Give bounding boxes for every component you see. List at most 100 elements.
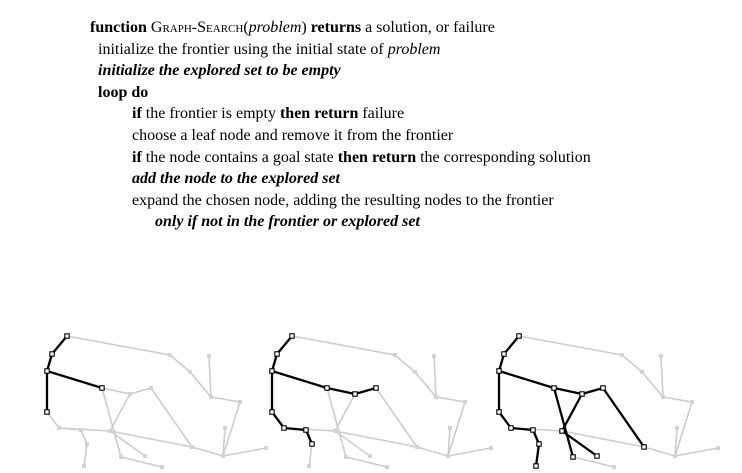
explored-node (289, 333, 295, 339)
line-loop: loop do (90, 82, 591, 104)
unexplored-node (190, 445, 194, 449)
graph-panel-3 (496, 333, 720, 469)
unexplored-edge (433, 355, 437, 398)
keyword-returns: returns (310, 19, 362, 36)
unexplored-node (168, 353, 172, 357)
explored-edge (271, 369, 328, 390)
explored-node (516, 333, 522, 339)
param-problem: problem (248, 19, 302, 36)
unexplored-node (415, 445, 419, 449)
unexplored-node (188, 370, 192, 374)
explored-node (496, 409, 502, 415)
function-name: Graph-Search (150, 19, 244, 36)
explored-node (536, 441, 542, 447)
unexplored-node (221, 454, 225, 458)
unexplored-node (307, 464, 311, 468)
unexplored-node (333, 429, 337, 433)
unexplored-node (673, 454, 677, 458)
unexplored-edge (150, 387, 193, 448)
explored-node (64, 333, 70, 339)
line-add-explored: add the node to the explored set (132, 170, 340, 188)
unexplored-edge (674, 447, 719, 457)
line-only-if: only if not in the frontier or explored … (155, 213, 420, 231)
unexplored-edge (621, 354, 643, 373)
unexplored-edge (169, 354, 191, 373)
unexplored-node (264, 446, 268, 450)
unexplored-node (489, 446, 493, 450)
unexplored-edge (345, 456, 388, 468)
graph-panel-2 (269, 333, 493, 469)
keyword-if-2: if (132, 148, 142, 166)
explored-edge (46, 369, 103, 390)
unexplored-edge (334, 393, 356, 432)
unexplored-edge (394, 354, 416, 373)
explored-edge (552, 387, 575, 458)
unexplored-edge (80, 429, 88, 445)
explored-node (579, 391, 585, 397)
if-empty-condition: the frontier is empty (145, 105, 276, 123)
keyword-function: function (90, 19, 147, 36)
unexplored-node (143, 454, 147, 458)
unexplored-node (393, 353, 397, 357)
explored-node (44, 368, 50, 374)
explored-node (559, 428, 565, 434)
explored-node (324, 385, 330, 391)
unexplored-edge (414, 371, 437, 398)
unexplored-edge (120, 456, 163, 468)
graph-panel-1 (44, 333, 268, 469)
unexplored-edge (109, 393, 131, 432)
unexplored-edge (189, 371, 212, 398)
explored-node (303, 427, 309, 433)
unexplored-node (108, 429, 112, 433)
unexplored-node (413, 370, 417, 374)
unexplored-edge (416, 446, 449, 457)
explored-node (496, 368, 502, 374)
unexplored-node (661, 395, 665, 399)
explored-node (269, 368, 275, 374)
unexplored-edge (222, 447, 267, 457)
explored-node (281, 425, 287, 431)
explored-edge (534, 443, 541, 467)
explored-node (274, 351, 280, 357)
unexplored-node (675, 426, 679, 430)
unexplored-node (160, 465, 164, 469)
unexplored-node (690, 400, 694, 404)
unexplored-node (612, 465, 616, 469)
explored-node (352, 391, 358, 397)
unexplored-edge (662, 396, 693, 403)
init-frontier-var: problem (387, 40, 441, 58)
unexplored-edge (210, 396, 241, 403)
unexplored-edge (101, 387, 131, 395)
unexplored-node (640, 370, 644, 374)
unexplored-edge (518, 335, 623, 356)
if-empty-result: failure (362, 105, 405, 123)
header-line: function Graph-Search(problem) returns a… (90, 17, 591, 39)
explored-node (594, 453, 600, 459)
unexplored-edge (129, 387, 152, 395)
paren-close: ) (301, 19, 307, 36)
line-goal-test: if the node contains a goal state then r… (90, 147, 591, 169)
line-init-explored: initialize the explored set to be empty (98, 62, 341, 80)
line-expand: expand the chosen node, adding the resul… (132, 191, 554, 209)
explored-edge (326, 386, 356, 396)
unexplored-node (85, 442, 89, 446)
unexplored-node (238, 400, 242, 404)
unexplored-edge (208, 355, 212, 398)
keyword-if: if (132, 105, 142, 123)
explored-node (269, 409, 275, 415)
unexplored-node (432, 354, 436, 358)
unexplored-edge (308, 443, 313, 467)
init-frontier-text: initialize the frontier using the initia… (98, 40, 384, 58)
unexplored-node (434, 395, 438, 399)
explored-edge (354, 386, 377, 396)
unexplored-edge (641, 371, 664, 398)
explored-edge (602, 387, 645, 448)
explored-node (44, 409, 50, 415)
unexplored-node (344, 455, 348, 459)
explored-edge (498, 369, 555, 390)
unexplored-edge (643, 446, 676, 457)
unexplored-node (128, 392, 132, 396)
unexplored-node (620, 353, 624, 357)
explored-node (641, 444, 647, 450)
unexplored-node (57, 426, 61, 430)
